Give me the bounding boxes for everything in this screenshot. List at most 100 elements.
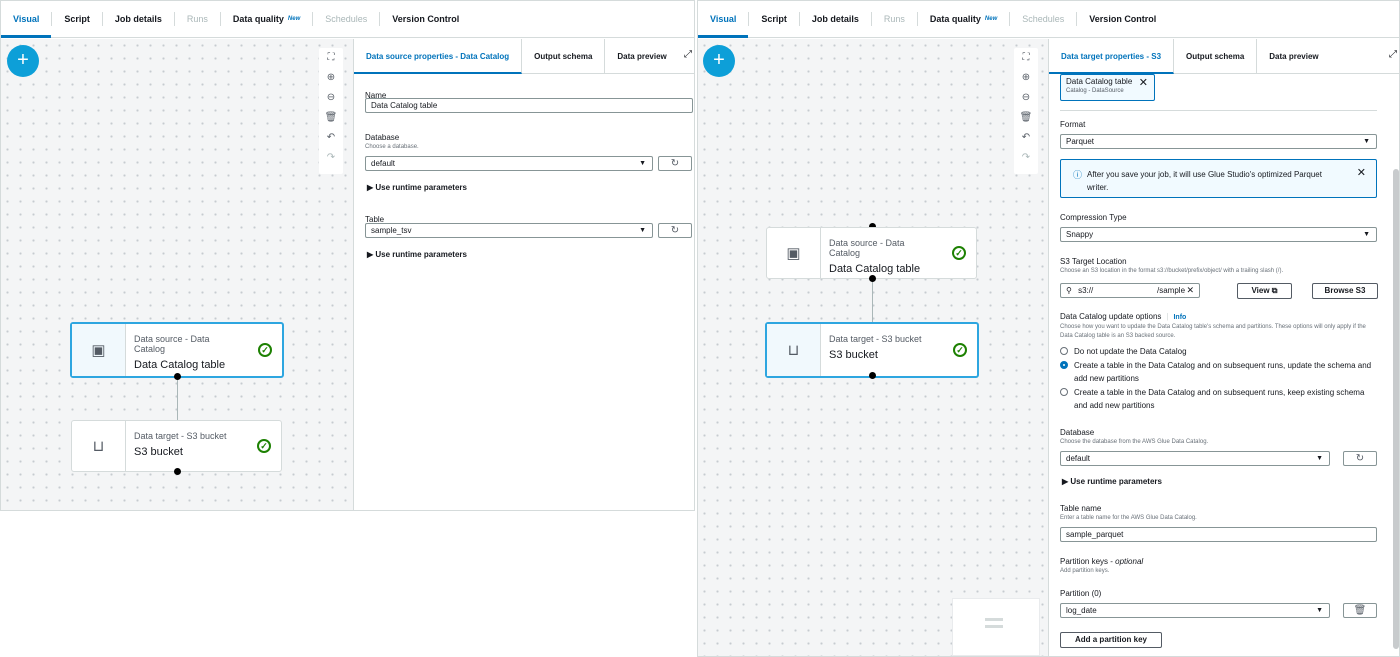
connector-handle[interactable] (174, 468, 181, 475)
tab-script[interactable]: Script (52, 12, 103, 26)
target-node[interactable]: ⊔ Data target - S3 bucket S3 bucket ✓ (765, 322, 979, 378)
tab-schedules[interactable]: Schedules (313, 12, 381, 26)
radio-option-no-update[interactable]: Do not update the Data Catalog (1060, 345, 1377, 358)
tab-job-details[interactable]: Job details (800, 12, 872, 26)
add-partition-button[interactable]: Add a partition key (1060, 632, 1162, 648)
scrollbar[interactable] (1393, 169, 1399, 649)
s3-location-label: S3 Target Location Choose an S3 location … (1060, 257, 1284, 274)
fit-view-icon[interactable]: ⛶ (1014, 48, 1038, 68)
radio-option-keep-schema[interactable]: Create a table in the Data Catalog and o… (1060, 386, 1377, 412)
runtime-params-expander[interactable]: ▶ Use runtime parameters (367, 183, 467, 192)
visual-canvas[interactable]: + ⛶ ⊕ ⊖ 🗑 ↶ ↷ ▣ Data source - Data Catal… (1, 39, 353, 510)
tab-schedules[interactable]: Schedules (1010, 12, 1078, 26)
clear-icon[interactable]: ✕ (1186, 284, 1194, 297)
undo-icon[interactable]: ↶ (319, 128, 343, 148)
add-node-button[interactable]: + (7, 45, 39, 77)
delete-icon[interactable]: 🗑 (1014, 108, 1038, 128)
connector-handle[interactable] (869, 275, 876, 282)
right-job-editor: Visual Script Job details Runs Data qual… (697, 0, 1400, 657)
source-node[interactable]: ▣ Data source - Data Catalog Data Catalo… (70, 322, 284, 378)
partition-select[interactable]: log_date (1060, 603, 1330, 618)
browse-s3-button[interactable]: Browse S3 (1312, 283, 1378, 299)
undo-icon[interactable]: ↶ (1014, 128, 1038, 148)
bucket-icon: ⊔ (767, 324, 821, 376)
fit-view-icon[interactable]: ⛶ (319, 48, 343, 68)
connector-handle[interactable] (174, 373, 181, 380)
add-node-button[interactable]: + (703, 45, 735, 77)
info-link[interactable]: Info (1173, 314, 1186, 321)
zoom-in-icon[interactable]: ⊕ (1014, 68, 1038, 88)
tab-output-schema[interactable]: Output schema (522, 38, 606, 74)
new-badge: New (287, 16, 301, 22)
parent-node-token: Data Catalog table Catalog - DataSource … (1060, 74, 1155, 101)
visual-canvas[interactable]: + ⛶ ⊕ ⊖ 🗑 ↶ ↷ ▣ Data source - Data Catal… (698, 39, 1048, 656)
button-label: View (1251, 286, 1270, 295)
view-button[interactable]: View ⧉ (1237, 283, 1292, 299)
runtime-params-expander[interactable]: ▶ Use runtime parameters (1062, 477, 1162, 486)
expand-icon[interactable]: ⤢ (1389, 49, 1397, 60)
database-select[interactable]: default (1060, 451, 1330, 466)
partition-label: Partition (0) (1060, 589, 1102, 598)
node-title: S3 bucket (829, 349, 878, 361)
redo-icon[interactable]: ↷ (1014, 148, 1038, 168)
target-node[interactable]: ⊔ Data target - S3 bucket S3 bucket ✓ (71, 420, 282, 472)
bucket-icon: ⊔ (72, 421, 126, 471)
source-node[interactable]: ▣ Data source - Data Catalog Data Catalo… (766, 227, 977, 279)
tab-label: Schedules (1022, 14, 1065, 24)
node-subtitle: Data target - S3 bucket (134, 431, 227, 441)
tab-source-properties[interactable]: Data source properties - Data Catalog (354, 38, 523, 74)
zoom-out-icon[interactable]: ⊖ (319, 88, 343, 108)
node-subtitle: Data source - Data Catalog (829, 238, 905, 258)
node-subtitle: Data source - Data Catalog (134, 334, 210, 354)
properties-tabs: Data source properties - Data Catalog Ou… (354, 38, 694, 74)
tab-data-quality[interactable]: Data quality New (221, 12, 314, 26)
tab-version-control[interactable]: Version Control (380, 12, 471, 26)
tab-label: Visual (710, 14, 737, 24)
node-title: S3 bucket (134, 446, 183, 458)
tab-runs[interactable]: Runs (872, 12, 918, 26)
expand-icon[interactable]: ⤢ (684, 49, 692, 60)
delete-icon[interactable]: 🗑 (319, 108, 343, 128)
format-select[interactable]: Parquet (1060, 134, 1377, 149)
s3-location-input[interactable]: ⚲ s3:// /sample_parqu ✕ (1060, 283, 1200, 298)
radio-option-update-schema[interactable]: Create a table in the Data Catalog and o… (1060, 359, 1377, 385)
refresh-icon[interactable]: ↻ (658, 156, 692, 171)
tab-output-schema[interactable]: Output schema (1174, 39, 1258, 74)
delete-icon[interactable]: 🗑 (1343, 603, 1377, 618)
info-alert: ⓘ After you save your job, it will use G… (1060, 159, 1377, 198)
zoom-in-icon[interactable]: ⊕ (319, 68, 343, 88)
table-select[interactable]: sample_tsv (365, 223, 653, 238)
tab-data-quality[interactable]: Data quality New (918, 12, 1011, 26)
editor-tabs: Visual Script Job details Runs Data qual… (1, 1, 694, 38)
runtime-params-expander[interactable]: ▶ Use runtime parameters (367, 250, 467, 259)
tab-label: Data quality (232, 14, 284, 24)
database-label: Database Choose a database. (365, 133, 419, 150)
refresh-icon[interactable]: ↻ (658, 223, 692, 238)
tab-target-properties[interactable]: Data target properties - S3 (1049, 39, 1175, 74)
format-label: Format (1060, 120, 1086, 129)
tab-script[interactable]: Script (749, 12, 800, 26)
name-input[interactable]: Data Catalog table (365, 98, 693, 113)
tab-data-preview[interactable]: Data preview (1257, 39, 1330, 74)
tab-runs[interactable]: Runs (175, 12, 221, 26)
compression-select[interactable]: Snappy (1060, 227, 1377, 242)
database-select[interactable]: default (365, 156, 653, 171)
tab-visual[interactable]: Visual (698, 12, 750, 38)
zoom-out-icon[interactable]: ⊖ (1014, 88, 1038, 108)
close-icon[interactable]: ✕ (1139, 76, 1148, 89)
tab-visual[interactable]: Visual (1, 12, 53, 38)
table-name-input[interactable]: sample_parquet (1060, 527, 1377, 542)
redo-icon[interactable]: ↷ (319, 148, 343, 168)
tab-label: Script (761, 14, 787, 24)
search-icon: ⚲ (1066, 286, 1072, 295)
node-title: Data Catalog table (134, 359, 226, 371)
close-icon[interactable]: ✕ (1357, 166, 1366, 179)
refresh-icon[interactable]: ↻ (1343, 451, 1377, 466)
minimap[interactable] (952, 598, 1040, 656)
divider (1060, 110, 1377, 111)
connector-handle[interactable] (869, 372, 876, 379)
tab-data-preview[interactable]: Data preview (605, 39, 678, 74)
tab-job-details[interactable]: Job details (103, 12, 175, 26)
catalog-update-label: Data Catalog update options (1060, 312, 1162, 321)
tab-version-control[interactable]: Version Control (1077, 12, 1168, 26)
